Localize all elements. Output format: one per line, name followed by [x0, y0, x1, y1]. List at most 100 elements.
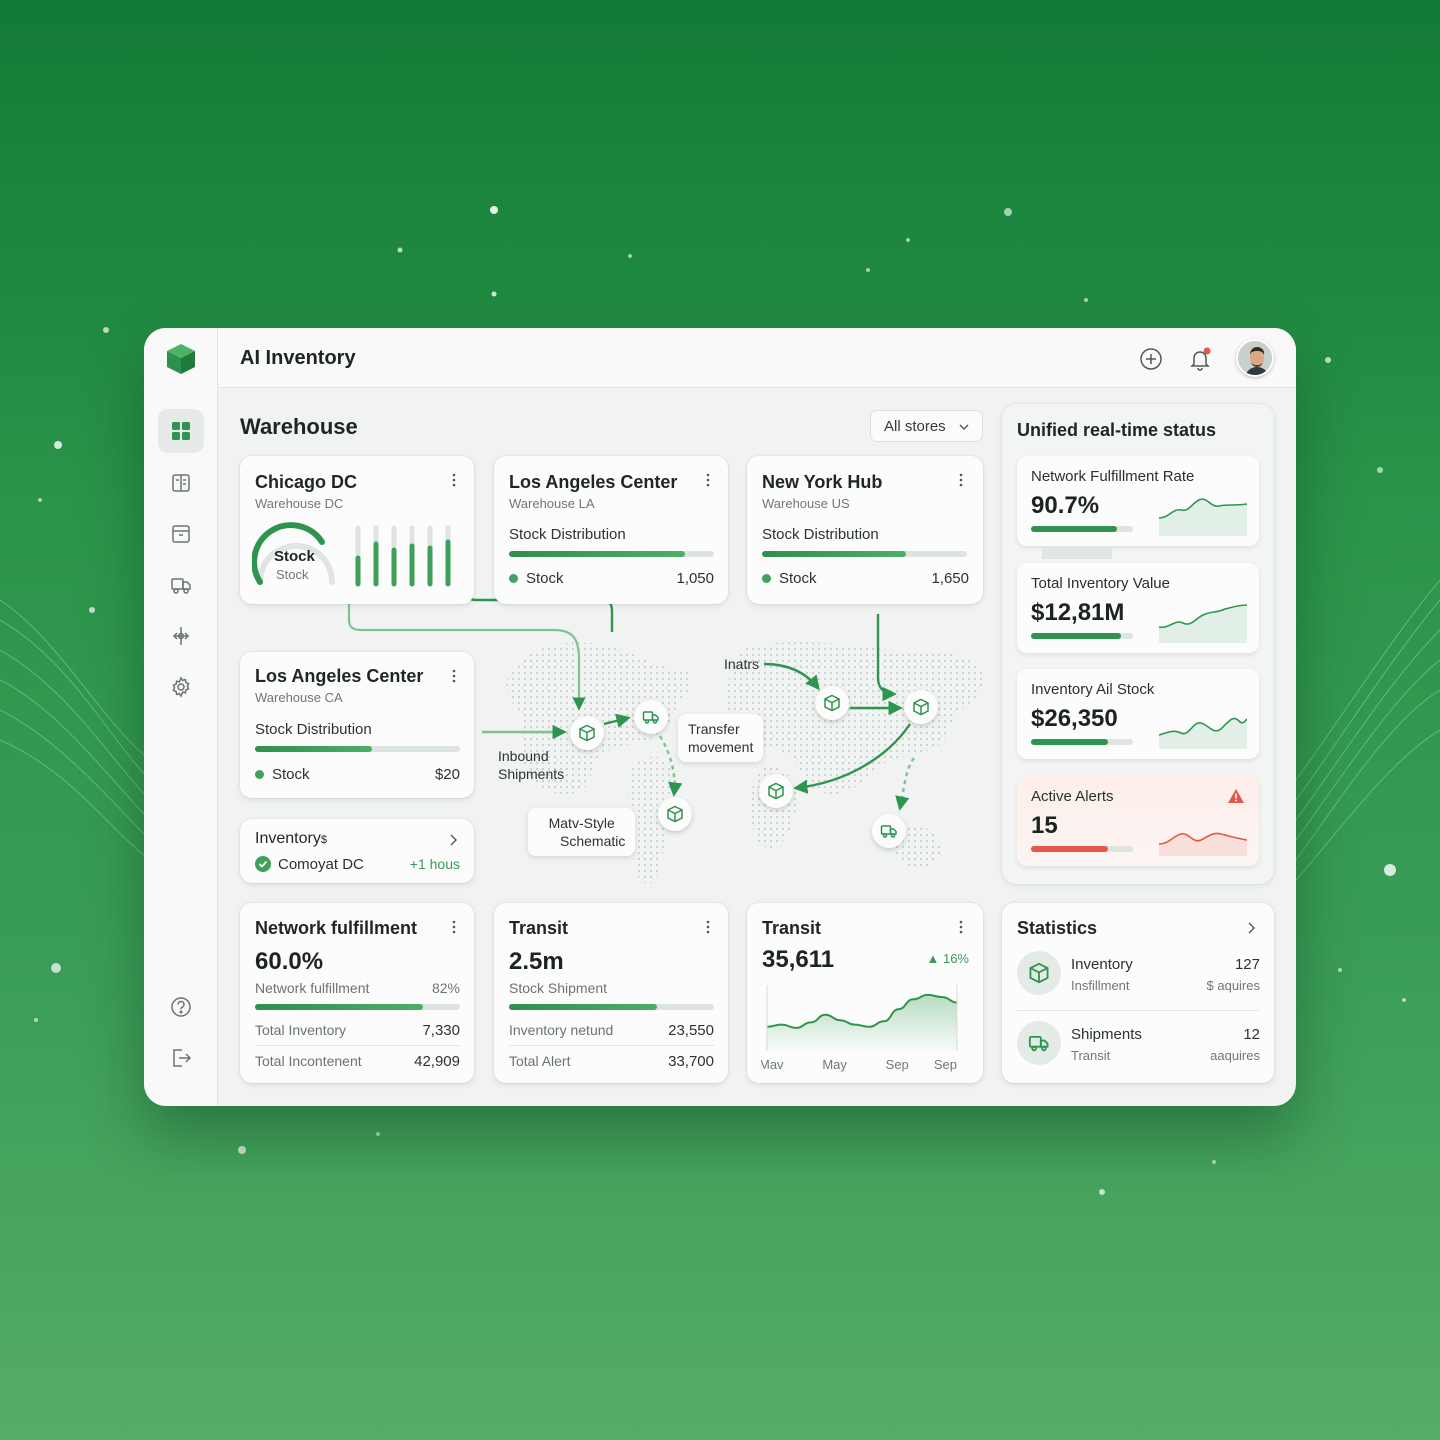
status-card[interactable]: Active Alerts 15	[1017, 776, 1259, 866]
map-node-warehouse-africa[interactable]	[759, 774, 793, 808]
status-card-label: Total Inventory Value	[1031, 575, 1170, 592]
legend-dot	[255, 770, 264, 779]
status-card-value: $12,81M	[1031, 599, 1125, 626]
kebab-menu-icon[interactable]	[446, 668, 462, 684]
status-card-value: 90.7%	[1031, 492, 1100, 519]
status-panel-title: Unified real-time status	[1017, 420, 1217, 440]
kebab-menu-icon[interactable]	[953, 472, 969, 488]
network-fulfillment-bar	[255, 1004, 460, 1010]
inventory-activity-badge: $	[320, 834, 327, 846]
x-tick-label: Sep	[934, 1057, 957, 1072]
card-title: Los Angeles Center	[255, 666, 424, 686]
status-card[interactable]: Inventory Ail Stock $26,350	[1017, 669, 1259, 759]
transit-area-chart: Mav May Sep Sep	[761, 985, 958, 1072]
map-node-warehouse-asia[interactable]	[904, 690, 938, 724]
statistics-row-sub: Transit	[1071, 1048, 1111, 1063]
transit-fill	[509, 1004, 657, 1010]
triangle-up-icon: ▲	[926, 951, 940, 966]
inventory-activity-card[interactable]: Inventory$ Comoyat DC +1 hous	[240, 819, 474, 883]
callout-transfer-line1: Transfer	[688, 721, 740, 737]
truck-icon	[1028, 1035, 1049, 1052]
legend-label: Stock	[272, 766, 310, 783]
box-icon	[1029, 962, 1049, 984]
map-node-truck-east[interactable]	[872, 814, 906, 848]
network-fulfillment-sub: Network fulfillment	[255, 980, 370, 996]
row-label: Total Incontenent	[255, 1053, 362, 1069]
map-node-warehouse-europe[interactable]	[815, 686, 849, 720]
status-card-bar-fill	[1031, 633, 1121, 639]
status-card[interactable]: Network Fulfillment Rate 90.7%	[1017, 456, 1259, 546]
status-card-label: Inventory Ail Stock	[1031, 681, 1155, 698]
check-circle-icon	[255, 856, 271, 872]
kebab-menu-icon[interactable]	[446, 919, 462, 935]
stock-distribution-fill	[255, 746, 372, 752]
card-title: Transit	[509, 918, 569, 938]
chevron-right-icon[interactable]	[1244, 921, 1258, 935]
truck-icon	[642, 711, 659, 724]
section-label: Stock Distribution	[762, 526, 879, 543]
row-value: 33,700	[668, 1053, 714, 1070]
network-fulfillment-card[interactable]: Network fulfillment 60.0% Network fulfil…	[240, 903, 474, 1083]
map-label-inbound-line1: Inbound	[498, 748, 549, 764]
box-icon	[667, 805, 683, 823]
kebab-menu-icon[interactable]	[700, 919, 716, 935]
statistics-row-title: Shipments	[1071, 1026, 1142, 1043]
statistics-row-value-sub: aaquires	[1210, 1048, 1260, 1063]
map-node-warehouse[interactable]	[570, 716, 604, 750]
card-title: Statistics	[1017, 918, 1098, 938]
transit-value: 2.5m	[509, 948, 564, 975]
card-subtitle: Warehouse CA	[255, 690, 343, 705]
callout-schematic-line1: Matv-Style	[548, 815, 615, 831]
row-value: 23,550	[668, 1022, 714, 1039]
transit-area-fill	[767, 994, 957, 1051]
warehouse-card-chicago[interactable]: Chicago DC Warehouse DC Stock Stock	[240, 456, 474, 604]
app-window: AI Inventory Warehouse All stores Inatrs…	[144, 328, 1296, 1106]
inventory-activity-item: Comoyat DC	[278, 856, 364, 873]
kebab-menu-icon[interactable]	[446, 472, 462, 488]
section-label: Stock Distribution	[509, 526, 626, 543]
inventory-activity-title-text: Inventory	[255, 830, 321, 847]
inventory-activity-time: +1 hous	[409, 856, 460, 872]
callout-transfer-movement: Transfer movement	[678, 714, 764, 762]
x-tick-label: May	[822, 1057, 847, 1072]
card-title: Transit	[762, 918, 822, 938]
stock-distribution-fill	[762, 551, 906, 557]
card-subtitle: Warehouse LA	[509, 496, 595, 511]
inventory-activity-title: Inventory$	[255, 830, 327, 848]
stock-value: $20	[434, 766, 460, 783]
network-fulfillment-value: 60.0%	[255, 948, 324, 975]
card-subtitle: Warehouse US	[762, 496, 850, 511]
legend-label: Stock	[779, 570, 817, 587]
statistics-row-value: 12	[1243, 1026, 1260, 1043]
gauge-title: Stock	[274, 548, 315, 565]
transit-chart-delta-value: 16%	[942, 951, 969, 966]
row-value: 7,330	[422, 1022, 460, 1039]
box-icon	[824, 694, 840, 712]
box-icon	[579, 724, 595, 742]
warehouse-card-los-angeles-ca[interactable]: Los Angeles Center Warehouse CA Stock Di…	[240, 652, 474, 798]
gauge-subtitle: Stock	[276, 567, 309, 582]
statistics-card[interactable]: Statistics Inventory Insfillment 127 $ a…	[1002, 903, 1274, 1083]
map-node-warehouse-south[interactable]	[658, 797, 692, 831]
transit-card[interactable]: Transit 2.5m Stock Shipment Inventory ne…	[494, 903, 728, 1083]
warehouse-card-new-york[interactable]: New York Hub Warehouse US Stock Distribu…	[747, 456, 983, 604]
chevron-right-icon[interactable]	[446, 833, 460, 847]
row-divider	[1017, 1010, 1259, 1011]
network-fulfillment-percent: 82%	[431, 980, 460, 996]
status-card[interactable]: Total Inventory Value $12,81M	[1017, 563, 1259, 653]
callout-transfer-line2: movement	[688, 739, 754, 755]
callout-schematic: Matv-Style Schematic	[528, 808, 636, 856]
kebab-menu-icon[interactable]	[953, 919, 969, 935]
card-title: Los Angeles Center	[509, 472, 678, 492]
callout-schematic-line2: Schematic	[560, 833, 626, 849]
map-node-truck[interactable]	[634, 700, 668, 734]
section-label: Stock Distribution	[255, 721, 372, 738]
transit-chart-card[interactable]: Transit 35,611 ▲ 16% Mav May Sep Sep	[747, 903, 983, 1083]
x-tick-label: Sep	[886, 1057, 909, 1072]
warehouse-card-los-angeles[interactable]: Los Angeles Center Warehouse LA Stock Di…	[494, 456, 728, 604]
statistics-inventory-icon-wrap	[1017, 951, 1061, 995]
card-title: New York Hub	[762, 472, 883, 492]
card-title: Chicago DC	[255, 472, 358, 492]
kebab-menu-icon[interactable]	[700, 472, 716, 488]
row-divider	[255, 1045, 460, 1046]
